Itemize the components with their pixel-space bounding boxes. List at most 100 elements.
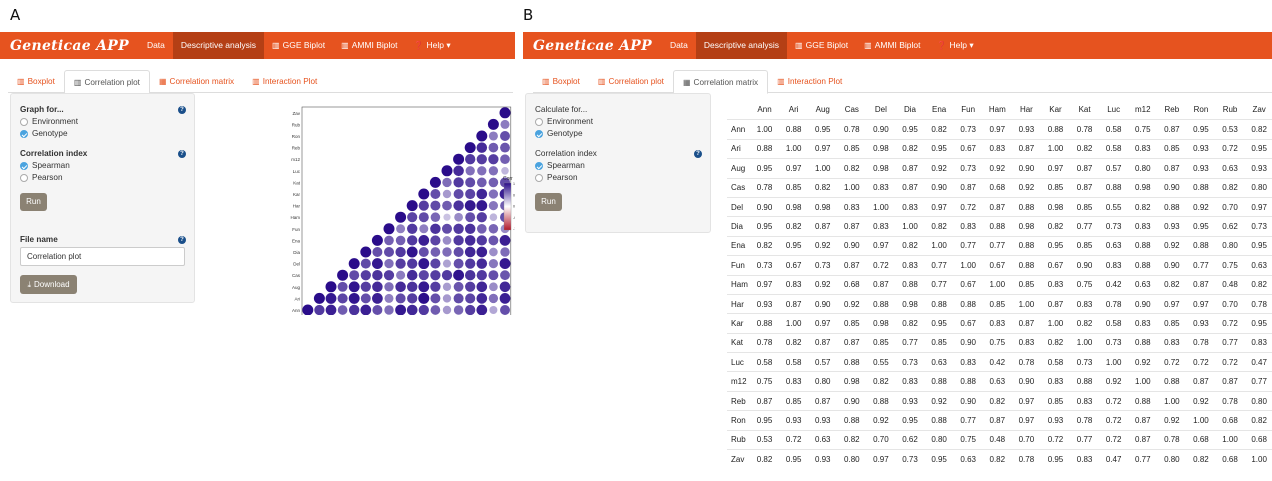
table-cell: 0.83 bbox=[902, 377, 918, 387]
radio-pearson[interactable]: Pearson bbox=[535, 173, 578, 182]
file-name-input[interactable]: Correlation plot bbox=[20, 247, 185, 266]
nav-gge-biplot-label: GGE Biplot bbox=[282, 40, 326, 50]
table-cell: 0.97 bbox=[931, 202, 947, 212]
table-cell: 0.82 bbox=[785, 338, 802, 348]
radio-genotype[interactable]: Genotype bbox=[20, 129, 68, 138]
app-brand[interactable]: Geneticae APP bbox=[523, 38, 662, 54]
radio-environment[interactable]: Environment bbox=[20, 117, 78, 126]
tab-correlation-plot[interactable]: ▥ Correlation plot bbox=[63, 70, 150, 94]
row-header: Aug bbox=[731, 163, 746, 173]
table-cell: 0.73 bbox=[1105, 222, 1122, 232]
nav-help-label: Help bbox=[426, 40, 444, 50]
download-button[interactable]: ⤓ Download bbox=[20, 275, 77, 294]
corr-circle bbox=[349, 270, 360, 281]
table-cell: 0.85 bbox=[1164, 144, 1180, 154]
corr-circle bbox=[442, 305, 452, 315]
tab-interaction-plot[interactable]: ▥ Interaction Plot bbox=[768, 70, 851, 93]
corr-circle bbox=[453, 153, 465, 165]
radio-checked-icon bbox=[20, 161, 28, 170]
table-cell: 0.93 bbox=[1193, 318, 1209, 328]
table-cell: 0.90 bbox=[1018, 163, 1035, 173]
radio-genotype[interactable]: Genotype bbox=[535, 129, 583, 138]
table-cell: 0.95 bbox=[1251, 318, 1267, 328]
corr-circle bbox=[476, 142, 488, 153]
table-cell: 0.75 bbox=[1222, 260, 1238, 270]
tab-correlation-matrix[interactable]: ▦ Correlation matrix bbox=[672, 70, 769, 94]
column-header: Reb bbox=[1164, 105, 1180, 115]
radio-environment-label: Environment bbox=[547, 117, 593, 126]
corr-circle bbox=[406, 246, 418, 258]
radio-circle bbox=[20, 173, 28, 182]
tab-boxplot[interactable]: ▥ Boxplot bbox=[533, 70, 589, 93]
nav-gge-biplot[interactable]: ▥ GGE Biplot bbox=[264, 32, 333, 59]
corr-circle bbox=[453, 165, 464, 177]
table-cell: 0.95 bbox=[902, 415, 918, 425]
corr-circle bbox=[453, 188, 464, 200]
help-icon[interactable]: ? bbox=[178, 236, 186, 244]
table-cell: 0.87 bbox=[844, 338, 860, 348]
table-cell: 0.82 bbox=[1222, 183, 1238, 193]
corr-circle bbox=[488, 258, 499, 269]
table-cell: 0.87 bbox=[1018, 144, 1035, 154]
table-cell: 0.57 bbox=[1105, 163, 1122, 173]
nav-data[interactable]: Data bbox=[662, 32, 696, 59]
radio-environment[interactable]: Environment bbox=[535, 117, 593, 126]
nav-ammi-biplot[interactable]: ▥ AMMI Biplot bbox=[856, 32, 928, 59]
help-icon[interactable]: ? bbox=[178, 106, 186, 114]
radio-spearman[interactable]: Spearman bbox=[20, 161, 70, 170]
panel-a: A Geneticae APP Data Descriptive analysi… bbox=[0, 0, 515, 481]
tab-correlation-plot[interactable]: ▥ Correlation plot bbox=[589, 70, 673, 93]
nav-gge-biplot[interactable]: ▥ GGE Biplot bbox=[787, 32, 856, 59]
nav-ammi-biplot[interactable]: ▥ AMMI Biplot bbox=[333, 32, 405, 59]
corr-circle bbox=[395, 211, 407, 223]
app-brand[interactable]: Geneticae APP bbox=[0, 38, 139, 54]
run-button[interactable]: Run bbox=[20, 193, 47, 211]
table-cell: 0.88 bbox=[1076, 377, 1093, 387]
help-icon[interactable]: ? bbox=[694, 150, 702, 158]
table-cell: 0.90 bbox=[931, 183, 947, 193]
table-cell: 0.83 bbox=[873, 183, 889, 193]
column-header: Dia bbox=[904, 105, 917, 115]
tab-boxplot[interactable]: ▥ Boxplot bbox=[8, 70, 64, 93]
table-cell: 0.88 bbox=[873, 299, 889, 309]
run-button[interactable]: Run bbox=[535, 193, 562, 211]
table-cell: 0.82 bbox=[902, 241, 918, 251]
corr-circle bbox=[396, 224, 406, 234]
tab-interaction-plot[interactable]: ▥ Interaction Plot bbox=[243, 70, 326, 93]
y-tick-label: Kat bbox=[293, 180, 301, 185]
corr-circle bbox=[348, 304, 360, 315]
radio-checked-icon bbox=[535, 129, 543, 138]
table-cell: 0.98 bbox=[1018, 222, 1035, 232]
table-cell: 0.87 bbox=[756, 396, 773, 406]
y-tick-label: Ena bbox=[292, 238, 301, 243]
help-icon[interactable]: ? bbox=[178, 150, 186, 158]
table-cell: 0.85 bbox=[844, 318, 860, 328]
y-tick-label: Dia bbox=[293, 250, 300, 255]
nav-descriptive-analysis[interactable]: Descriptive analysis bbox=[695, 32, 788, 59]
nav-descriptive-analysis[interactable]: Descriptive analysis bbox=[172, 32, 265, 59]
nav-data[interactable]: Data bbox=[139, 32, 173, 59]
table-cell: 0.48 bbox=[1222, 280, 1238, 290]
table-cell: 0.88 bbox=[960, 377, 976, 387]
table-cell: 0.70 bbox=[1222, 299, 1238, 309]
tab-correlation-matrix-label: Correlation matrix bbox=[693, 78, 759, 87]
row-header: Ron bbox=[731, 415, 746, 425]
tab-correlation-matrix[interactable]: ▦ Correlation matrix bbox=[150, 70, 243, 93]
radio-checked-icon bbox=[20, 129, 28, 138]
table-cell: 0.73 bbox=[1251, 222, 1267, 232]
nav-help[interactable]: ❓ Help ▾ bbox=[406, 32, 459, 59]
radio-spearman[interactable]: Spearman bbox=[535, 161, 585, 170]
table-cell: 0.97 bbox=[1047, 163, 1064, 173]
table-cell: 0.87 bbox=[1047, 299, 1064, 309]
table-header-row: Ann Ari Aug Cas Del Dia Ena Fun Ham Har Kar Kat Luc m… bbox=[727, 100, 1272, 119]
corr-circle bbox=[453, 258, 464, 269]
nav-help[interactable]: ❓ Help ▾ bbox=[929, 32, 982, 59]
radio-pearson-label: Pearson bbox=[32, 173, 63, 182]
table-cell: 0.82 bbox=[785, 222, 802, 232]
table-cell: 0.75 bbox=[1076, 280, 1093, 290]
corr-circle bbox=[418, 292, 430, 304]
y-tick-label: Har bbox=[293, 204, 301, 209]
corr-circle bbox=[464, 235, 476, 246]
corr-circle bbox=[488, 154, 499, 165]
radio-pearson[interactable]: Pearson bbox=[20, 173, 63, 182]
